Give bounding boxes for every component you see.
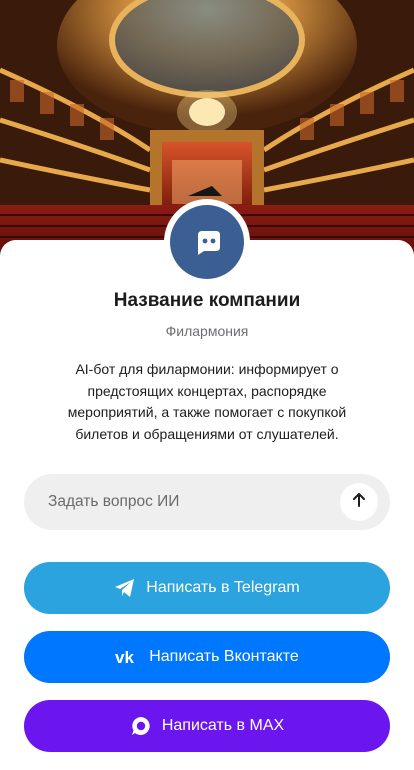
max-icon bbox=[130, 715, 152, 737]
company-name: Название компании bbox=[113, 290, 301, 311]
avatar bbox=[164, 199, 250, 285]
telegram-button[interactable]: Написать в Telegram bbox=[24, 562, 390, 614]
svg-text:vk: vk bbox=[115, 649, 134, 665]
bot-avatar-icon bbox=[170, 205, 244, 279]
max-button-label: Написать в MAX bbox=[161, 717, 285, 734]
vk-button-label: Написать Вконтакте bbox=[149, 648, 299, 665]
send-button[interactable] bbox=[340, 483, 378, 521]
ask-ai-box bbox=[24, 474, 390, 530]
telegram-icon bbox=[114, 578, 136, 598]
company-description: AI-бот для филармонии: информирует о пре… bbox=[67, 361, 347, 442]
telegram-button-label: Написать в Telegram bbox=[146, 579, 300, 596]
ask-ai-input[interactable] bbox=[24, 474, 334, 530]
max-button[interactable]: Написать в MAX bbox=[24, 700, 390, 752]
vk-button[interactable]: vk Написать Вконтакте bbox=[24, 631, 390, 683]
vk-icon: vk bbox=[115, 649, 139, 665]
company-type: Филармония bbox=[165, 323, 249, 339]
arrow-up-icon bbox=[351, 492, 367, 513]
